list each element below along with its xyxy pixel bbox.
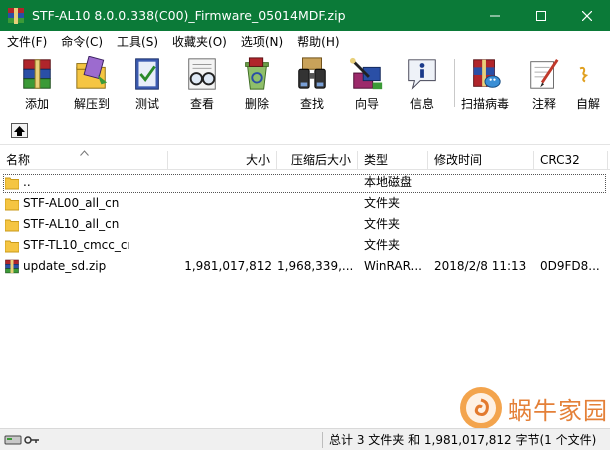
menu-file[interactable]: 文件(F) <box>0 33 54 50</box>
comment-button[interactable]: 注释 <box>515 54 573 112</box>
menu-tools[interactable]: 工具(S) <box>110 33 165 50</box>
view-label: 查看 <box>189 97 214 111</box>
item-type: 文件夹 <box>364 196 401 210</box>
menu-help[interactable]: 帮助(H) <box>290 33 346 50</box>
close-button[interactable] <box>564 0 610 31</box>
folder-icon <box>5 177 19 190</box>
item-type: WinRAR... <box>364 259 422 273</box>
window-title: STF-AL10 8.0.0.338(C00)_Firmware_05014MD… <box>32 8 346 23</box>
column-type[interactable]: 类型 <box>358 151 428 170</box>
menu-commands[interactable]: 命令(C) <box>54 33 110 50</box>
maximize-button[interactable] <box>518 0 564 31</box>
menu-bar: 文件(F) 命令(C) 工具(S) 收藏夹(O) 选项(N) 帮助(H) <box>0 31 610 51</box>
column-name[interactable]: 名称 <box>0 150 168 170</box>
folder-icon <box>5 240 19 253</box>
item-name: update_sd.zip <box>23 259 107 273</box>
column-crc32[interactable]: CRC32 <box>534 151 608 170</box>
item-size: 1,981,017,812 <box>184 259 272 273</box>
toolbar-separator <box>454 59 455 107</box>
extract-label: 解压到 <box>73 97 110 111</box>
find-button[interactable]: 查找 <box>283 54 341 112</box>
find-label: 查找 <box>299 97 324 111</box>
comment-pen-icon <box>530 59 559 89</box>
wizard-button[interactable]: 向导 <box>338 54 396 112</box>
add-books-icon <box>23 59 51 89</box>
item-type: 文件夹 <box>364 217 401 231</box>
path-bar <box>0 115 610 145</box>
column-packed-size[interactable]: 压缩后大小 <box>277 151 358 170</box>
delete-button[interactable]: 删除 <box>228 54 286 112</box>
wizard-wand-icon <box>349 57 383 90</box>
info-button[interactable]: 信息 <box>393 54 451 112</box>
menu-options[interactable]: 选项(N) <box>234 33 290 50</box>
test-check-icon <box>135 58 159 90</box>
test-label: 测试 <box>134 97 159 111</box>
up-level-button[interactable] <box>11 123 28 138</box>
sfx-icon <box>579 66 589 83</box>
maximize-icon <box>536 10 546 21</box>
info-label: 信息 <box>409 97 434 111</box>
sfx-button[interactable]: 自解 <box>566 54 610 112</box>
status-summary: 总计 3 文件夹 和 1,981,017,812 字节(1 个文件) <box>329 433 597 447</box>
item-name: STF-TL10_cmcc_cn <box>23 238 129 252</box>
watermark-text: 蜗牛家园 <box>508 396 608 425</box>
list-item[interactable]: STF-AL00_all_cn 文件夹 <box>0 193 610 214</box>
drive-key-icon[interactable] <box>4 433 40 447</box>
winrar-app-icon <box>8 7 24 24</box>
status-divider <box>322 432 323 448</box>
wizard-label: 向导 <box>354 97 379 111</box>
snail-logo-icon <box>460 387 502 429</box>
delete-recycle-icon <box>245 57 269 90</box>
item-modified: 2018/2/8 11:13 <box>434 259 527 273</box>
delete-label: 删除 <box>244 97 269 111</box>
info-icon <box>408 59 436 90</box>
column-modified[interactable]: 修改时间 <box>428 151 534 170</box>
list-item[interactable]: STF-AL10_all_cn 文件夹 <box>0 214 610 235</box>
folder-icon <box>5 198 19 211</box>
file-list-header: 名称 大小 压缩后大小 类型 修改时间 CRC32 <box>0 150 610 170</box>
comment-label: 注释 <box>531 97 556 111</box>
extract-folder-icon <box>76 56 108 89</box>
item-crc32: 0D9FD8... <box>540 259 600 273</box>
title-bar: STF-AL10 8.0.0.338(C00)_Firmware_05014MD… <box>0 0 610 31</box>
sfx-label: 自解 <box>575 97 600 111</box>
list-item[interactable]: update_sd.zip 1,981,017,812 1,968,339,..… <box>0 256 610 277</box>
column-size[interactable]: 大小 <box>168 151 277 170</box>
test-button[interactable]: 测试 <box>118 54 176 112</box>
find-binoculars-icon <box>298 57 326 89</box>
winrar-archive-icon <box>5 259 19 274</box>
add-button[interactable]: 添加 <box>8 54 66 112</box>
watermark-logo: 蜗牛家园 <box>458 384 608 432</box>
item-packed-size: 1,968,339,... <box>277 259 353 273</box>
view-button[interactable]: 查看 <box>173 54 231 112</box>
list-item-parent[interactable]: .. 本地磁盘 <box>0 172 610 193</box>
folder-icon <box>5 219 19 232</box>
up-arrow-icon <box>14 125 25 136</box>
item-name: STF-AL10_all_cn <box>23 217 120 231</box>
toolbar: 添加 解压到 测试 查看 删除 查找 向导 信息 扫描病毒 注释 自解 <box>0 51 610 115</box>
virus-scan-label: 扫描病毒 <box>460 97 509 111</box>
menu-favorites[interactable]: 收藏夹(O) <box>165 33 234 50</box>
list-item[interactable]: STF-TL10_cmcc_cn 文件夹 <box>0 235 610 256</box>
close-icon <box>582 10 592 21</box>
minimize-icon <box>490 15 500 16</box>
item-type: 本地磁盘 <box>364 175 413 189</box>
view-glasses-icon <box>188 58 216 90</box>
minimize-button[interactable] <box>472 0 518 31</box>
item-type: 文件夹 <box>364 238 401 252</box>
item-name: .. <box>23 175 31 189</box>
virus-scan-button[interactable]: 扫描病毒 <box>456 54 514 112</box>
status-bar: 总计 3 文件夹 和 1,981,017,812 字节(1 个文件) <box>0 428 610 450</box>
item-name: STF-AL00_all_cn <box>23 196 120 210</box>
add-label: 添加 <box>24 97 49 111</box>
extract-button[interactable]: 解压到 <box>63 54 121 112</box>
virus-scan-icon <box>473 59 501 88</box>
sort-ascending-icon <box>80 150 89 156</box>
